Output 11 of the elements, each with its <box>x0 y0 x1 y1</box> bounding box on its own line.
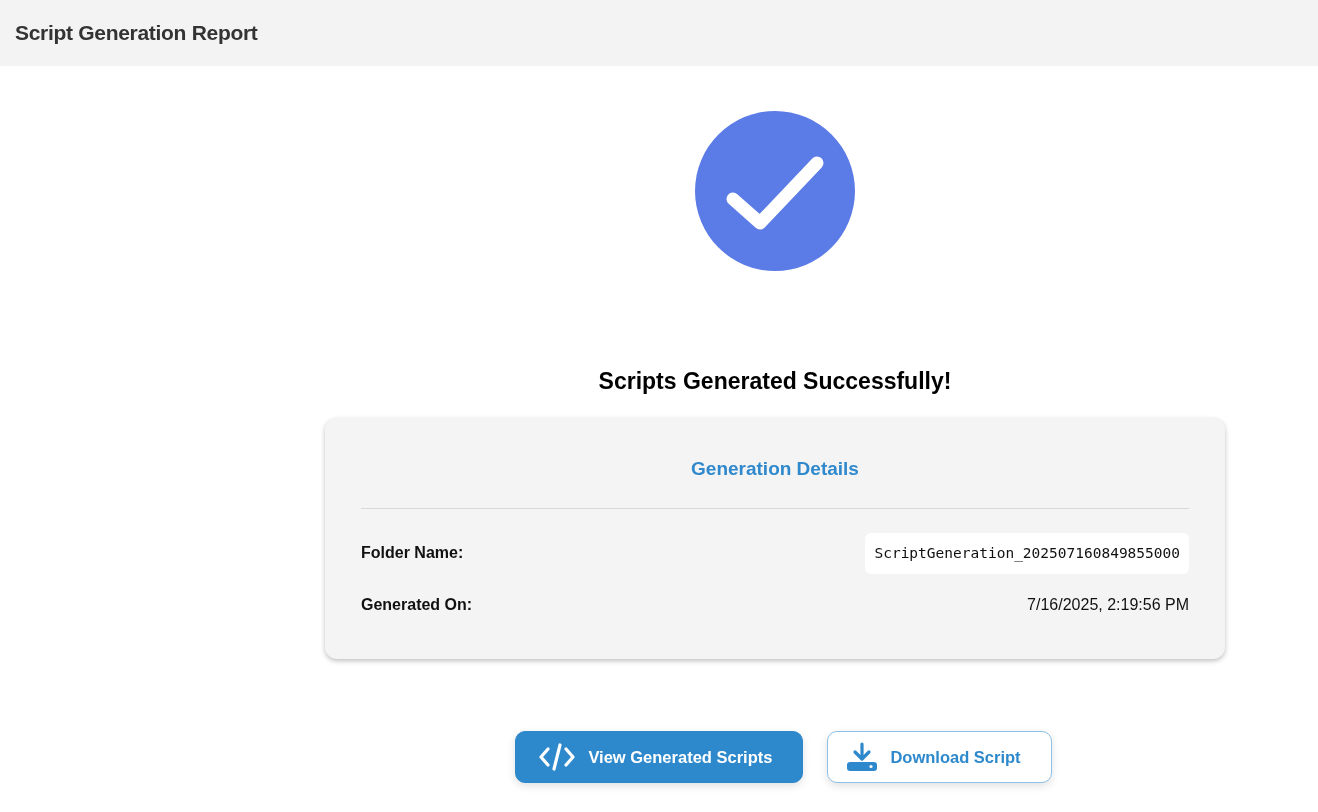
download-button[interactable]: Download Script <box>827 731 1052 784</box>
folder-name-value: ScriptGeneration_202507160849855000 <box>865 532 1189 575</box>
detail-label: Folder Name: <box>361 543 464 564</box>
page-title: Script Generation Report <box>15 20 258 46</box>
detail-value: 7/16/2025, 2:19:56 PM <box>1027 595 1189 616</box>
view-scripts-button[interactable]: View Generated Scripts <box>515 731 804 784</box>
code-icon <box>538 743 577 772</box>
download-icon <box>846 742 879 773</box>
success-message: Scripts Generated Successfully! <box>598 368 952 396</box>
card-title: Generation Details <box>361 417 1189 510</box>
detail-label: Generated On: <box>361 595 473 616</box>
